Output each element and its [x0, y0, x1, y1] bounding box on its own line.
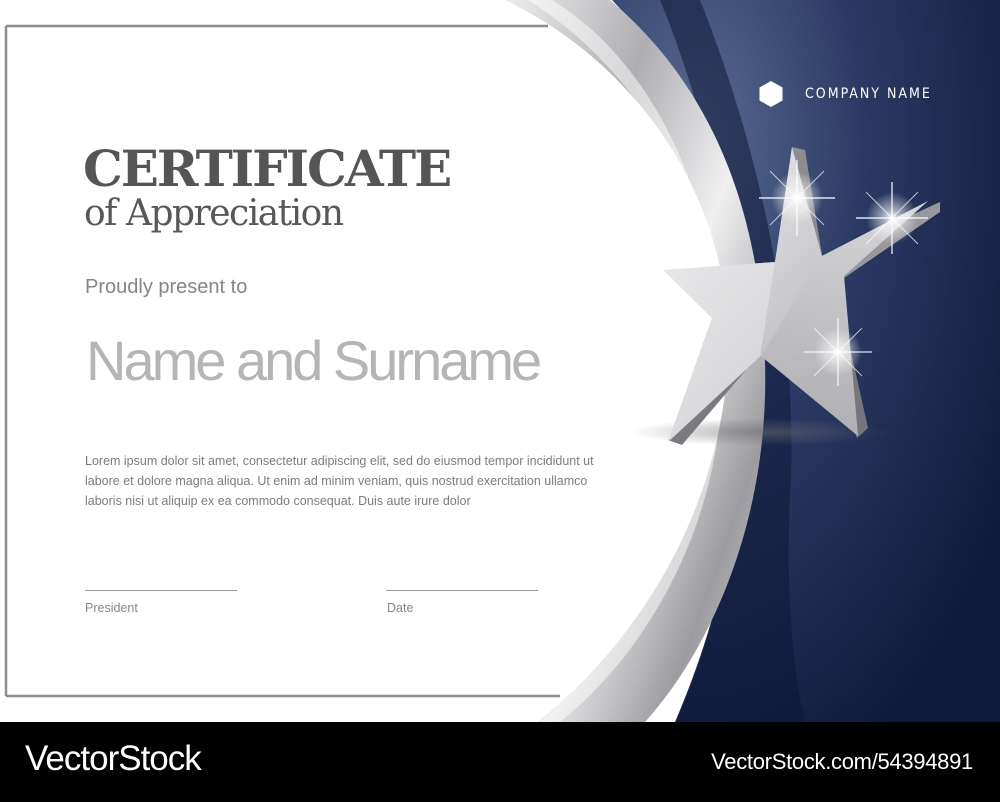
date-label: Date	[387, 601, 414, 615]
date-signature-line	[386, 590, 538, 591]
body-line: Lorem ipsum dolor sit amet, consectetur …	[85, 454, 594, 468]
hexagon-icon	[759, 81, 783, 107]
presented-text: Proudly present to	[85, 276, 248, 298]
watermark-logo: VectorStock	[25, 739, 202, 778]
company-name: COMPANY NAME	[805, 86, 932, 102]
certificate-title: CERTIFICATE	[83, 139, 452, 198]
body-line: laboris nisi ut aliquip ex ea commodo co…	[85, 494, 471, 508]
certificate-subtitle: of Appreciation	[84, 193, 344, 234]
president-label: President	[85, 601, 138, 615]
body-line: labore et dolore magna aliqua. Ut enim a…	[85, 474, 588, 488]
body-text: Lorem ipsum dolor sit amet, consectetur …	[85, 451, 620, 511]
company-block: COMPANY NAME	[757, 80, 932, 108]
recipient-name: Name and Surname	[86, 329, 542, 392]
watermark-bar: VectorStock VectorStock.com/54394891	[0, 722, 1000, 802]
watermark-url: VectorStock.com/54394891	[711, 749, 973, 774]
president-signature-line	[85, 590, 237, 591]
certificate: COMPANY NAME CERTIFICATE of Appreciation…	[0, 0, 1000, 722]
